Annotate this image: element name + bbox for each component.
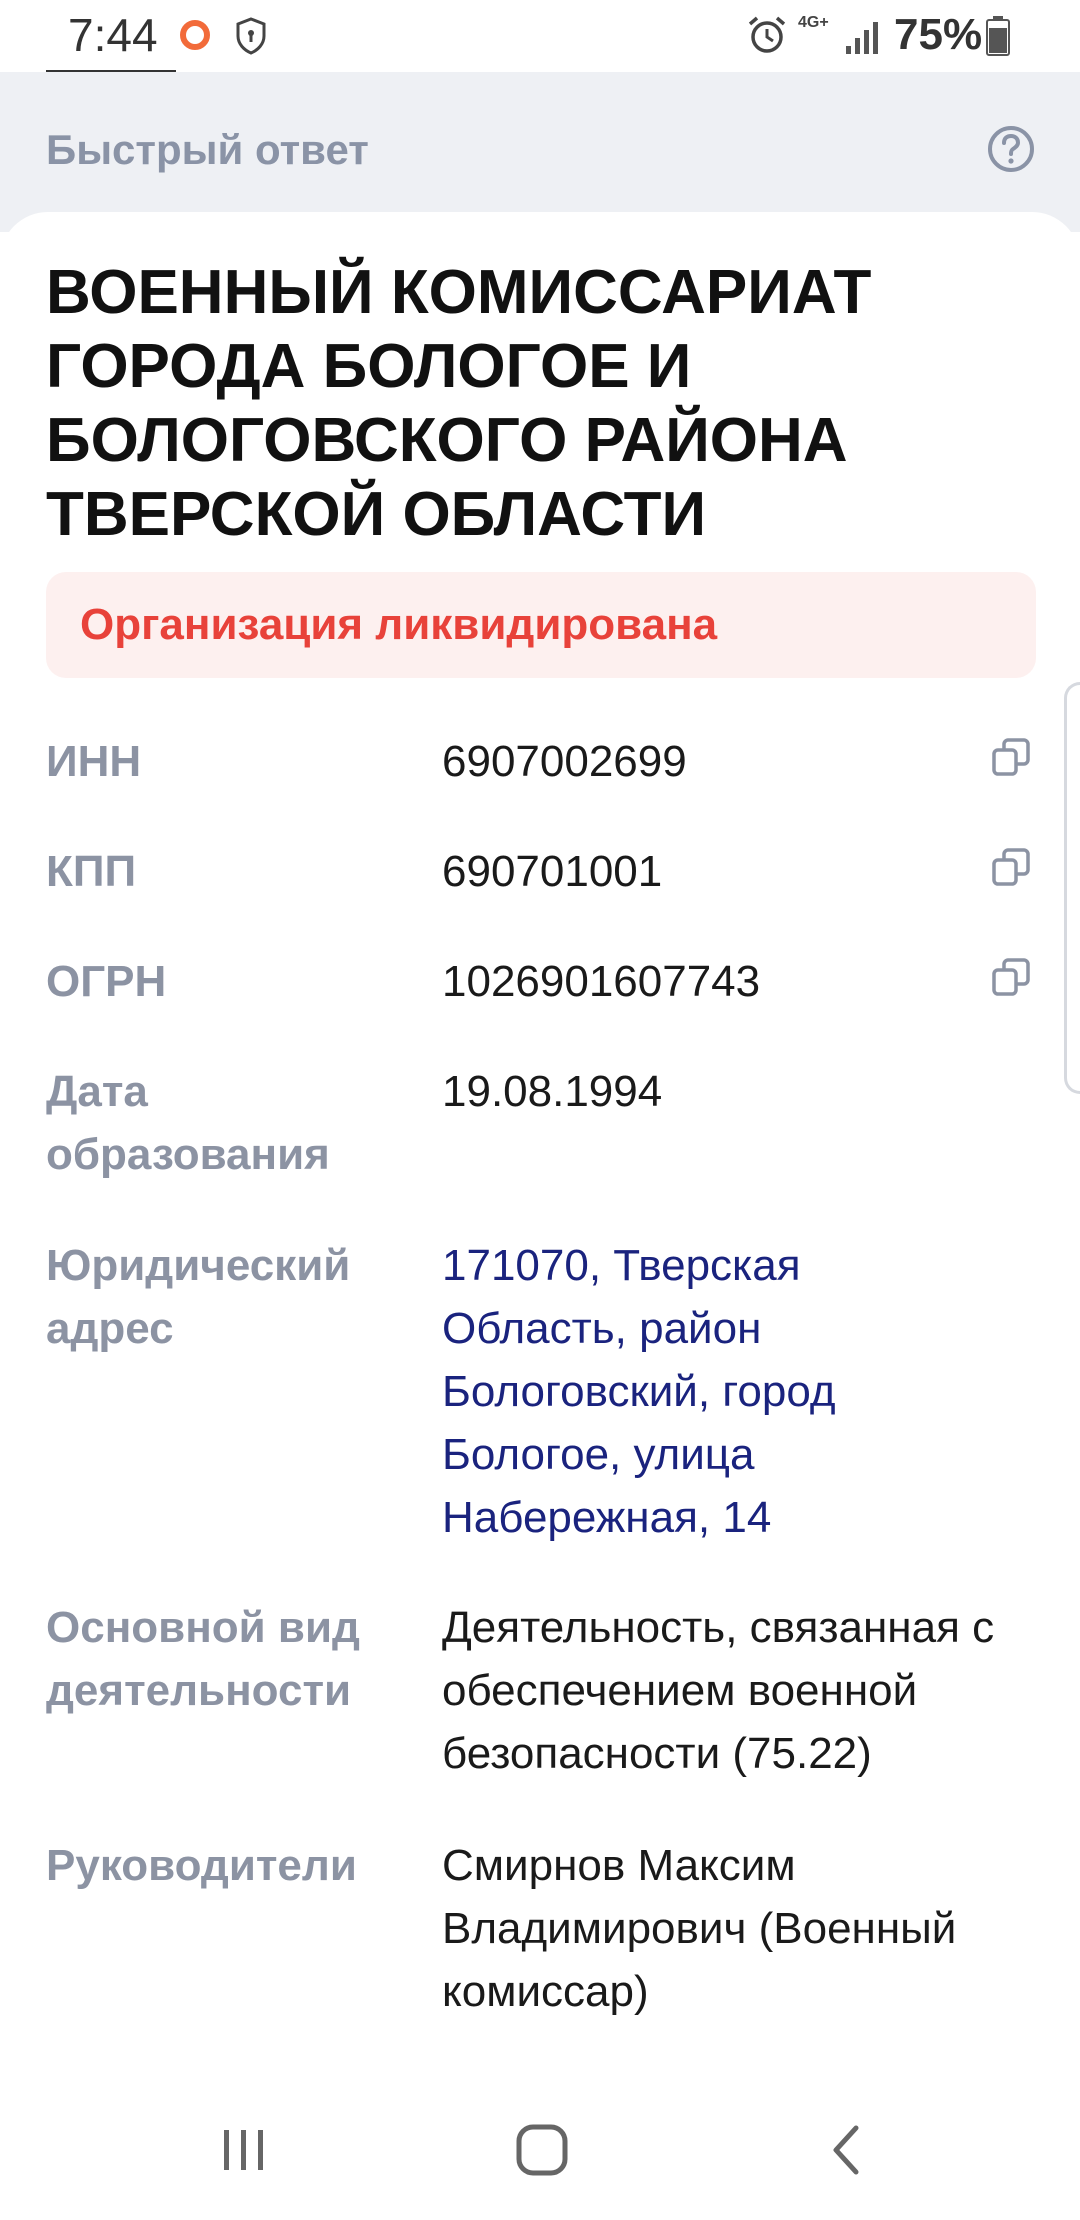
alarm-icon bbox=[748, 16, 786, 53]
back-icon[interactable] bbox=[826, 2122, 866, 2178]
kpp-value[interactable]: 690701001 bbox=[442, 840, 1032, 903]
managers-label: Руководители bbox=[46, 1841, 357, 1890]
managers-value[interactable]: Смирнов Максим Владимирович (Военный ком… bbox=[442, 1834, 1032, 2023]
header-title: Быстрый ответ bbox=[46, 126, 369, 173]
shield-icon bbox=[236, 17, 266, 55]
inn-row: ИНН 6907002699 bbox=[46, 730, 1036, 793]
navigation-bar bbox=[0, 2082, 1080, 2220]
header-bar: Быстрый ответ bbox=[0, 72, 1080, 232]
help-icon[interactable] bbox=[986, 124, 1036, 174]
kpp-row: КПП 690701001 bbox=[46, 840, 1036, 903]
kpp-label: КПП bbox=[46, 847, 137, 896]
status-time: 7:44 bbox=[68, 9, 158, 61]
organization-card: ВОЕННЫЙ КОМИССАРИАТ ГОРОДА БОЛОГОЕ И БОЛ… bbox=[0, 212, 1080, 2082]
network-type: 4G+ bbox=[798, 14, 829, 31]
inn-value[interactable]: 6907002699 bbox=[442, 730, 1032, 793]
founded-label: Дата образования bbox=[46, 1067, 330, 1179]
liquidated-status: Организация ликвидирована bbox=[80, 600, 718, 649]
battery-percent: 75% bbox=[894, 10, 983, 59]
signal-icon bbox=[846, 22, 878, 54]
activity-label: Основной вид деятельности bbox=[46, 1603, 360, 1715]
organization-name: ВОЕННЫЙ КОМИССАРИАТ ГОРОДА БОЛОГОЕ И БОЛ… bbox=[46, 258, 872, 549]
founded-value: 19.08.1994 bbox=[442, 1067, 663, 1116]
home-icon[interactable] bbox=[514, 2122, 570, 2178]
recent-apps-icon[interactable] bbox=[218, 2124, 270, 2176]
ogrn-value[interactable]: 1026901607743 bbox=[442, 950, 1032, 1013]
status-bar: 7:44 4G+ 75% bbox=[0, 0, 1080, 73]
inn-label: ИНН bbox=[46, 737, 142, 786]
managers-row: Руководители Смирнов Максим Владимирович… bbox=[46, 1834, 1036, 2023]
battery-icon bbox=[986, 16, 1010, 56]
ogrn-label: ОГРН bbox=[46, 957, 167, 1006]
activity-value: Деятельность, связанная с обеспечением в… bbox=[442, 1603, 995, 1778]
founded-row: Дата образования 19.08.1994 bbox=[46, 1060, 1036, 1186]
address-link[interactable]: 171070, Тверская Область, район Бологовс… bbox=[442, 1234, 912, 1549]
copy-icon[interactable] bbox=[990, 956, 1032, 998]
scroll-indicator[interactable] bbox=[1064, 682, 1080, 1094]
copy-icon[interactable] bbox=[990, 846, 1032, 888]
ogrn-row: ОГРН 1026901607743 bbox=[46, 950, 1036, 1013]
address-row: Юридический адрес 171070, Тверская Облас… bbox=[46, 1234, 1036, 1549]
recording-icon bbox=[180, 20, 210, 50]
address-label: Юридический адрес bbox=[46, 1241, 351, 1353]
activity-row: Основной вид деятельности Деятельность, … bbox=[46, 1596, 1036, 1785]
status-banner: Организация ликвидирована bbox=[46, 572, 1036, 678]
copy-icon[interactable] bbox=[990, 736, 1032, 778]
